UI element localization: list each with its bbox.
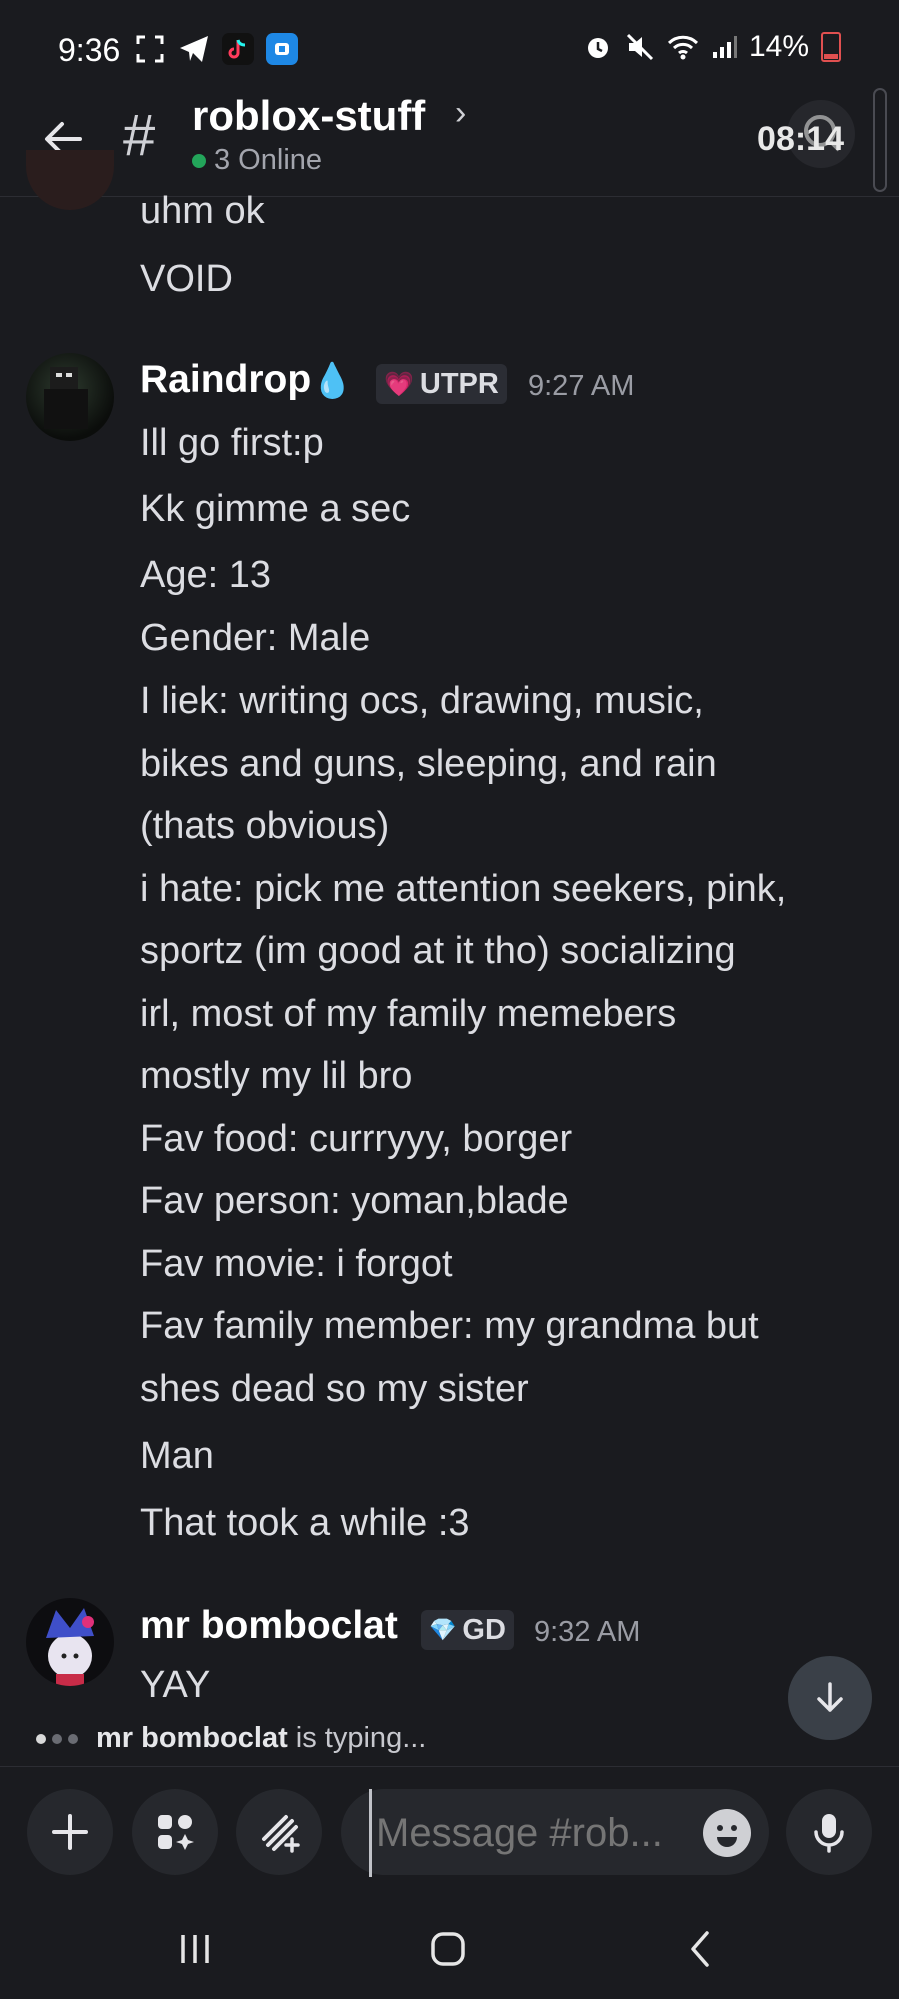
- avatar[interactable]: [26, 150, 114, 210]
- member-tag[interactable]: 💗 UTPR: [376, 364, 507, 404]
- system-nav-bar: [0, 1898, 899, 1999]
- tag-label: UTPR: [419, 367, 499, 400]
- home-icon[interactable]: [413, 1924, 483, 1974]
- message-line: Man: [140, 1435, 214, 1477]
- battery-icon: [821, 32, 841, 62]
- status-notification-icons: [133, 32, 299, 66]
- message-line: Age: 13: [140, 554, 271, 596]
- alarm-icon: [587, 38, 608, 58]
- scrollbar[interactable]: [873, 88, 887, 192]
- message-line: (thats obvious): [140, 805, 390, 847]
- message-line: I liek: writing ocs, drawing, music,: [140, 680, 704, 722]
- scroll-to-bottom-button[interactable]: [788, 1656, 872, 1740]
- channel-title[interactable]: roblox-stuff: [192, 92, 425, 140]
- message-line: Kk gimme a sec: [140, 488, 411, 530]
- apps-icon: [158, 1815, 194, 1850]
- typing-user: mr bomboclat: [96, 1722, 288, 1754]
- message-input-container[interactable]: [341, 1789, 769, 1877]
- gem-icon: 💎: [429, 1617, 457, 1642]
- apps-button[interactable]: [132, 1789, 218, 1875]
- member-tag[interactable]: 💎 GD: [421, 1610, 514, 1650]
- message-author[interactable]: Raindrop💧: [140, 358, 354, 402]
- message-line: sportz (im good at it tho) socializing: [140, 930, 736, 972]
- message-line: Gender: Male: [140, 617, 371, 659]
- status-system-icons: 14%: [583, 30, 841, 64]
- online-count: 3 Online: [214, 144, 323, 176]
- plus-icon: [52, 1814, 88, 1850]
- message-line: mostly my lil bro: [140, 1055, 413, 1097]
- raindrop-emoji-icon: 💧: [311, 362, 354, 400]
- message-line: That took a while :3: [140, 1502, 470, 1544]
- channel-hash-icon: #: [123, 103, 156, 168]
- signal-icon: [712, 36, 737, 58]
- message-line: Fav movie: i forgot: [140, 1243, 453, 1285]
- typing-dots-icon: [36, 1733, 78, 1744]
- message-line: uhm ok: [140, 190, 265, 232]
- wifi-icon: [667, 35, 699, 60]
- recent-apps-icon[interactable]: [160, 1924, 230, 1974]
- message-line: i hate: pick me attention seekers, pink,: [140, 868, 787, 910]
- chevron-right-icon[interactable]: ›: [455, 94, 466, 133]
- message-line: bikes and guns, sleeping, and rain: [140, 743, 717, 785]
- rocket-icon: [262, 1815, 300, 1853]
- blue-app-icon: [265, 32, 299, 66]
- message-input[interactable]: [369, 1789, 678, 1877]
- avatar[interactable]: [26, 353, 114, 441]
- battery-percent: 14%: [748, 30, 809, 63]
- tiktok-icon: [221, 32, 255, 66]
- emoji-icon[interactable]: [703, 1809, 751, 1857]
- message-line: Fav person: yoman,blade: [140, 1180, 569, 1222]
- avatar[interactable]: [26, 1598, 114, 1686]
- status-time: 9:36: [58, 32, 121, 68]
- online-dot-icon: [192, 153, 206, 168]
- message-timestamp: 9:27 AM: [528, 370, 635, 402]
- message-line: shes dead so my sister: [140, 1368, 529, 1410]
- message-line: YAY: [140, 1664, 211, 1706]
- arrow-down-icon: [817, 1682, 843, 1712]
- message-line: VOID: [140, 258, 233, 300]
- mute-icon: [626, 33, 654, 61]
- typing-indicator: mr bomboclat is typing...: [36, 1722, 426, 1755]
- status-bar: 9:36 14%: [0, 0, 899, 100]
- telegram-icon: [177, 32, 211, 66]
- microphone-icon: [814, 1814, 844, 1853]
- tag-label: GD: [462, 1613, 506, 1646]
- overlay-time: 08:14: [757, 120, 844, 158]
- typing-suffix: is typing...: [287, 1722, 427, 1754]
- channel-header: # roblox-stuff › 3 Online 08:14: [0, 92, 899, 197]
- author-name[interactable]: Raindrop: [140, 358, 311, 401]
- message-author[interactable]: mr bomboclat: [140, 1604, 398, 1648]
- back-nav-icon[interactable]: [665, 1924, 735, 1974]
- heart-icon: 💗: [384, 370, 414, 398]
- add-attachment-button[interactable]: [27, 1789, 113, 1875]
- message-line: irl, most of my family memebers: [140, 993, 677, 1035]
- online-status: 3 Online: [192, 144, 322, 177]
- message-line: Fav food: currryyy, borger: [140, 1118, 573, 1160]
- voice-message-button[interactable]: [786, 1789, 872, 1875]
- screenshot-icon: [133, 32, 167, 66]
- message-line: Fav family member: my grandma but: [140, 1305, 759, 1347]
- activities-button[interactable]: [236, 1789, 322, 1875]
- message-composer: [0, 1766, 899, 1899]
- message-line: Ill go first:p: [140, 422, 324, 464]
- message-timestamp: 9:32 AM: [534, 1616, 641, 1648]
